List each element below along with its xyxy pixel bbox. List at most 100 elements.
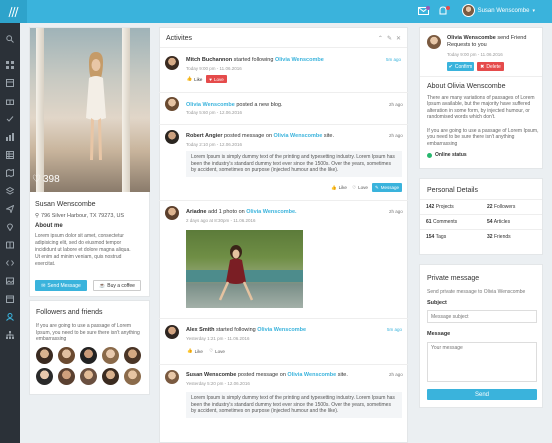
delete-button[interactable]: ✖ Delete: [477, 62, 504, 71]
confirm-label: Confirm: [454, 63, 473, 70]
code-icon[interactable]: [4, 257, 16, 269]
message-label: Message: [380, 185, 400, 190]
avatar: [165, 97, 179, 111]
activity-photo[interactable]: [186, 230, 303, 308]
follower-avatar[interactable]: [124, 368, 141, 385]
check-icon[interactable]: [4, 113, 16, 125]
avatar: [165, 370, 179, 384]
message-textarea[interactable]: [427, 342, 537, 382]
activity-actor[interactable]: Alex Smith: [186, 327, 214, 333]
buy-coffee-label: Buy a coffee: [107, 282, 135, 289]
pin-icon[interactable]: [4, 221, 16, 233]
message-label: Message: [427, 331, 451, 337]
layout-icon[interactable]: [4, 77, 16, 89]
personal-details-card: Personal Details 142 Projects 22 Followe…: [419, 178, 543, 255]
thumbs-up-icon: 👍: [187, 348, 193, 353]
private-message-subtitle: Send private message to Olivia Wenscombe: [427, 289, 526, 295]
activity-target[interactable]: Olivia Wenscombe: [274, 133, 323, 139]
heart-icon: ♡: [209, 348, 214, 353]
follower-avatar[interactable]: [58, 347, 75, 364]
likes-counter[interactable]: ♡ 398: [32, 174, 60, 185]
subject-input[interactable]: [427, 310, 537, 323]
like-button[interactable]: 👍 Like: [330, 183, 348, 192]
layers-icon[interactable]: [4, 185, 16, 197]
activity-action: posted message on: [237, 372, 286, 378]
like-button[interactable]: 👍 Like: [186, 347, 204, 355]
sitemap-icon[interactable]: [4, 329, 16, 341]
send-button[interactable]: Send: [427, 389, 537, 400]
love-label: Love: [215, 348, 225, 354]
stat-item: 32 Friends: [481, 229, 542, 244]
collapse-icon[interactable]: ⌃: [378, 35, 383, 42]
friend-request-name[interactable]: Olivia Wenscombe: [447, 35, 496, 41]
buy-coffee-button[interactable]: ☕ Buy a coffee: [93, 280, 141, 291]
activity-ago: 2h ago: [389, 133, 403, 138]
gift-icon[interactable]: [4, 95, 16, 107]
avatar: [427, 35, 441, 49]
calendar-icon[interactable]: [4, 293, 16, 305]
close-icon[interactable]: ✕: [396, 35, 401, 42]
user-menu[interactable]: Susan Wenscombe ▾: [461, 4, 535, 17]
like-label: Like: [338, 185, 347, 190]
activity-target[interactable]: Olivia Wenscombe: [257, 327, 306, 333]
activity-actor[interactable]: Susan Wenscombe: [186, 372, 236, 378]
follower-avatar[interactable]: [80, 368, 97, 385]
dashboard-icon[interactable]: [4, 59, 16, 71]
send-message-button[interactable]: ✉ Send Message: [35, 280, 87, 291]
chart-icon[interactable]: [4, 131, 16, 143]
activity-text: Mitch Buchannon started following Olivia…: [186, 57, 366, 63]
activity-target[interactable]: Olivia Wenscombe: [275, 57, 324, 63]
about-user-title: About Olivia Wenscombe: [427, 83, 506, 90]
check-icon: ✔: [448, 63, 453, 70]
profile-photo: [30, 28, 150, 192]
follower-avatar[interactable]: [102, 368, 119, 385]
love-button[interactable]: ♡ Love: [207, 347, 227, 355]
follower-avatar[interactable]: [36, 347, 53, 364]
follower-avatar[interactable]: [80, 347, 97, 364]
follower-avatar[interactable]: [58, 368, 75, 385]
notifications-icon[interactable]: [438, 6, 450, 16]
search-icon[interactable]: [4, 33, 16, 45]
follower-avatar[interactable]: [36, 368, 53, 385]
activity-time: Yesterday 1:21 pm - 11.06.2016: [186, 336, 250, 341]
like-button[interactable]: 👍 Like: [186, 75, 203, 83]
activity-target[interactable]: Olivia Wenscombe: [287, 372, 336, 378]
message-button[interactable]: ✎ Message: [372, 183, 402, 192]
table-icon[interactable]: [4, 149, 16, 161]
activity-actor[interactable]: Robert Angier: [186, 133, 222, 139]
activity-actor[interactable]: Mitch Buchannon: [186, 57, 232, 63]
stat-item: 154 Tags: [420, 229, 481, 244]
follower-avatar[interactable]: [124, 347, 141, 364]
send-message-label: Send Message: [47, 282, 81, 289]
app-logo[interactable]: [0, 0, 27, 23]
activity-actor[interactable]: Olivia Wenscombe: [186, 102, 235, 108]
confirm-button[interactable]: ✔ Confirm: [447, 62, 474, 71]
love-label: Love: [358, 185, 368, 190]
edit-icon[interactable]: ✎: [387, 35, 392, 42]
love-button[interactable]: ♡ Love: [350, 183, 370, 192]
mail-icon[interactable]: [418, 6, 430, 16]
follower-avatar[interactable]: [102, 347, 119, 364]
activity-ago: 2h ago: [389, 102, 403, 107]
avatar: [165, 206, 179, 220]
love-button[interactable]: ♥ Love: [206, 75, 227, 83]
activity-actor[interactable]: Ariadne: [186, 209, 206, 215]
pencil-icon: ✎: [374, 184, 379, 190]
delete-label: Delete: [486, 63, 501, 70]
panel-controls: ⌃ ✎ ✕: [378, 35, 401, 42]
activity-target[interactable]: Olivia Wenscombe.: [246, 209, 296, 215]
subject-label: Subject: [427, 300, 447, 306]
top-bar: Susan Wenscombe ▾: [0, 0, 552, 23]
activity-action: started following: [233, 57, 274, 63]
send-icon[interactable]: [4, 203, 16, 215]
map-icon[interactable]: [4, 167, 16, 179]
book-icon[interactable]: [4, 239, 16, 251]
activity-time: Today 2:10 pm - 12.06.2016: [186, 142, 243, 147]
activity-action: posted message on: [224, 133, 273, 139]
activity-time: Today 9:00 pm - 11.06.2016: [186, 66, 242, 71]
user-icon[interactable]: [4, 311, 16, 323]
activity-ago: 5m ago: [386, 57, 402, 62]
followers-title: Followers and friends: [36, 309, 103, 316]
image-icon[interactable]: [4, 275, 16, 287]
private-message-title: Private message: [427, 275, 480, 282]
